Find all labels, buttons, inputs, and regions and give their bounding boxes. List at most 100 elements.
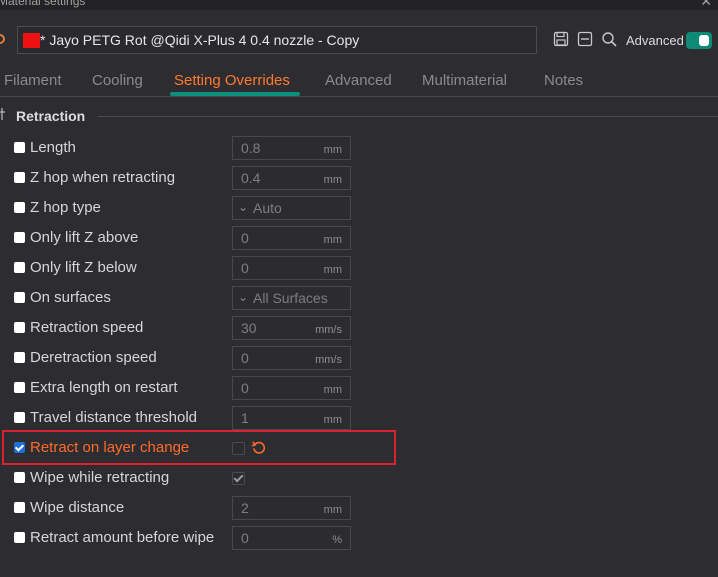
chevron-down-icon: ⌄ [238, 290, 249, 304]
setting-label: Retraction speed [30, 319, 144, 336]
setting-label: Wipe distance [30, 499, 125, 516]
tab-bar: Filament Cooling Setting Overrides Advan… [0, 66, 718, 97]
field-unit: mm [323, 234, 342, 246]
override-checkbox[interactable] [14, 322, 25, 333]
field-value: 30 [241, 320, 257, 336]
override-checkbox[interactable] [14, 292, 25, 303]
setting-row-on-surfaces: On surfaces ⌄ All Surfaces [0, 283, 718, 313]
setting-label: Z hop when retracting [30, 169, 176, 186]
override-checkbox[interactable] [14, 382, 25, 393]
override-checkbox[interactable] [14, 232, 25, 243]
field-unit: mm [323, 144, 342, 156]
field-unit: mm/s [315, 324, 342, 336]
lift-z-above-input[interactable]: 0 mm [232, 226, 351, 250]
section-icon [0, 108, 5, 120]
override-checkbox[interactable] [14, 142, 25, 153]
tab-cooling[interactable]: Cooling [92, 72, 143, 89]
setting-row-retraction-speed: Retraction speed 30 mm/s [0, 313, 718, 343]
override-checkbox[interactable] [14, 502, 25, 513]
setting-row-deretraction-speed: Deretraction speed 0 mm/s [0, 343, 718, 373]
setting-label: Retract on layer change [30, 439, 190, 456]
retract-before-wipe-input[interactable]: 0 % [232, 526, 351, 550]
override-checkbox[interactable] [14, 202, 25, 213]
field-value: 0 [241, 380, 249, 396]
section-divider [98, 116, 718, 117]
override-checkbox[interactable] [14, 442, 25, 453]
wipe-distance-input[interactable]: 2 mm [232, 496, 351, 520]
extra-length-input[interactable]: 0 mm [232, 376, 351, 400]
preset-row: * Jayo PETG Rot @Qidi X-Plus 4 0.4 nozzl… [0, 22, 718, 58]
close-icon[interactable]: ✕ [700, 0, 712, 10]
save-icon[interactable] [553, 31, 569, 47]
field-value: 2 [241, 500, 249, 516]
active-tab-indicator [170, 92, 300, 96]
setting-row-z-hop-type: Z hop type ⌄ Auto [0, 193, 718, 223]
setting-row-extra-length: Extra length on restart 0 mm [0, 373, 718, 403]
z-hop-type-select[interactable]: ⌄ Auto [232, 196, 351, 220]
field-value: 1 [241, 410, 249, 426]
section-title: Retraction [16, 108, 86, 124]
setting-row-wipe-while-retracting: Wipe while retracting [0, 463, 718, 493]
deretraction-speed-input[interactable]: 0 mm/s [232, 346, 351, 370]
tab-setting-overrides[interactable]: Setting Overrides [174, 72, 290, 89]
lift-z-below-input[interactable]: 0 mm [232, 256, 351, 280]
tab-notes[interactable]: Notes [544, 72, 583, 89]
toggle-knob [699, 35, 709, 46]
reset-icon[interactable] [251, 440, 267, 456]
setting-label: Wipe while retracting [30, 469, 170, 486]
z-hop-input[interactable]: 0.4 mm [232, 166, 351, 190]
override-checkbox[interactable] [14, 262, 25, 273]
tab-advanced[interactable]: Advanced [325, 72, 392, 89]
setting-label: On surfaces [30, 289, 111, 306]
field-unit: mm/s [315, 354, 342, 366]
length-input[interactable]: 0.8 mm [232, 136, 351, 160]
search-icon[interactable] [601, 31, 617, 47]
field-unit: mm [323, 504, 342, 516]
section-retraction: Retraction [0, 105, 718, 127]
field-value: 0 [241, 530, 249, 546]
override-checkbox[interactable] [14, 172, 25, 183]
setting-label: Travel distance threshold [30, 409, 198, 426]
tab-multimaterial[interactable]: Multimaterial [422, 72, 507, 89]
field-unit: mm [323, 264, 342, 276]
setting-row-travel-threshold: Travel distance threshold 1 mm [0, 403, 718, 433]
setting-label: Retract amount before wipe [30, 529, 215, 546]
tab-filament[interactable]: Filament [4, 72, 62, 89]
override-checkbox[interactable] [14, 472, 25, 483]
preset-selector[interactable]: * Jayo PETG Rot @Qidi X-Plus 4 0.4 nozzl… [17, 26, 537, 54]
field-value: 0 [241, 350, 249, 366]
filament-color-swatch[interactable] [23, 33, 40, 48]
field-unit: mm [323, 174, 342, 186]
setting-row-wipe-distance: Wipe distance 2 mm [0, 493, 718, 523]
setting-label: Only lift Z below [30, 259, 137, 276]
title-bar: Material settings ✕ [0, 0, 718, 10]
setting-label: Only lift Z above [30, 229, 139, 246]
advanced-toggle[interactable] [686, 32, 712, 49]
field-value: 0 [241, 230, 249, 246]
travel-threshold-input[interactable]: 1 mm [232, 406, 351, 430]
field-unit: mm [323, 414, 342, 426]
setting-row-z-hop: Z hop when retracting 0.4 mm [0, 163, 718, 193]
field-value: 0 [241, 260, 249, 276]
preset-status-icon [0, 34, 5, 44]
override-checkbox[interactable] [14, 532, 25, 543]
setting-label: Z hop type [30, 199, 101, 216]
setting-row-retract-before-wipe: Retract amount before wipe 0 % [0, 523, 718, 553]
chevron-down-icon: ⌄ [238, 200, 249, 214]
preset-name: * Jayo PETG Rot @Qidi X-Plus 4 0.4 nozzl… [40, 32, 360, 48]
setting-label: Length [30, 139, 76, 156]
wipe-while-retracting-checkbox[interactable] [232, 472, 245, 485]
setting-row-only-lift-z-below: Only lift Z below 0 mm [0, 253, 718, 283]
retract-on-layer-change-checkbox[interactable] [232, 442, 245, 455]
field-value: 0.4 [241, 170, 261, 186]
advanced-label: Advanced [626, 33, 684, 48]
on-surfaces-select[interactable]: ⌄ All Surfaces [232, 286, 351, 310]
retraction-speed-input[interactable]: 30 mm/s [232, 316, 351, 340]
compare-icon[interactable] [577, 31, 593, 47]
setting-label: Extra length on restart [30, 379, 178, 396]
field-value: 0.8 [241, 140, 261, 156]
override-checkbox[interactable] [14, 352, 25, 363]
setting-row-retract-on-layer-change: Retract on layer change [0, 433, 718, 463]
override-checkbox[interactable] [14, 412, 25, 423]
field-unit: mm [323, 384, 342, 396]
